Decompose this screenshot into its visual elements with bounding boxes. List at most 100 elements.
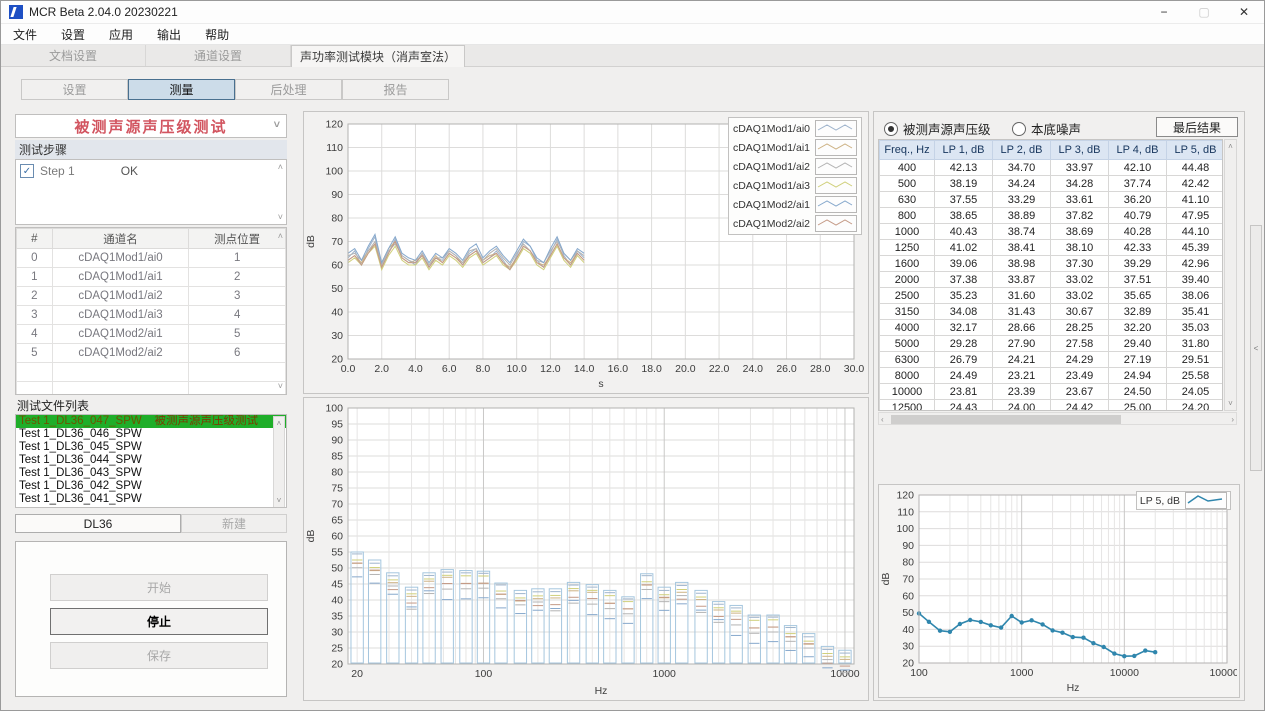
file-list-scrollbar[interactable]: ˄˅ [273, 416, 285, 508]
table-row[interactable]: 1cDAQ1Mod1/ai12 [17, 268, 286, 287]
table-row[interactable]: 200037.3833.8733.0237.5139.40 [880, 272, 1224, 288]
list-item[interactable]: Test 1_DL36_046_SPW [16, 428, 286, 441]
table-row[interactable]: 400032.1728.6628.2532.2035.03 [880, 320, 1224, 336]
table-cell: 4000 [880, 320, 935, 336]
subtab-report[interactable]: 报告 [342, 79, 449, 100]
table-row[interactable]: 4cDAQ1Mod2/ai15 [17, 325, 286, 344]
svg-text:40: 40 [331, 595, 343, 607]
tab-sound-power-module[interactable]: 声功率测试模块（消声室法） [291, 45, 465, 67]
result-column-header[interactable]: LP 4, dB [1109, 141, 1167, 160]
scroll-right-icon[interactable]: › [1231, 415, 1234, 424]
scroll-left-icon[interactable]: ‹ [881, 415, 884, 424]
table-row[interactable]: 500029.2827.9027.5829.4031.80 [880, 336, 1224, 352]
panel-collapse-handle[interactable]: < [1250, 225, 1262, 471]
table-row[interactable]: 63037.5533.2933.6136.2041.10 [880, 192, 1224, 208]
menu-output[interactable]: 输出 [145, 26, 193, 43]
legend-entry[interactable]: cDAQ1Mod1/ai3 [733, 176, 857, 195]
table-row[interactable]: 315034.0831.4330.6732.8935.41 [880, 304, 1224, 320]
table-cell: 23.39 [993, 384, 1051, 400]
dl36-button[interactable]: DL36 [15, 514, 181, 533]
menu-settings[interactable]: 设置 [49, 26, 97, 43]
channel-table[interactable]: # 通道名 测点位置 0cDAQ1Mod1/ai011cDAQ1Mod1/ai1… [16, 228, 286, 395]
new-button[interactable]: 新建 [181, 514, 287, 533]
table-row[interactable]: 50038.1934.2434.2837.7442.42 [880, 176, 1224, 192]
result-table-hscrollbar[interactable]: ‹ › [878, 412, 1237, 425]
table-row[interactable]: 3cDAQ1Mod1/ai34 [17, 306, 286, 325]
test-file-list[interactable]: ˄˅ Test 1_DL36_047_SPW 被测声源声压级测试Test 1_D… [15, 414, 287, 508]
scroll-down-icon[interactable]: ˅ [278, 382, 283, 391]
lp5-spectrum-chart[interactable]: 2030405060708090100110120100100010000100… [879, 485, 1237, 695]
table-row[interactable]: 2cDAQ1Mod1/ai23 [17, 287, 286, 306]
channel-col-index[interactable]: # [17, 229, 53, 249]
scrollbar-thumb[interactable] [891, 415, 1121, 424]
table-row[interactable]: 1000023.8123.3923.6724.5024.05 [880, 384, 1224, 400]
maximize-button[interactable]: ▢ [1184, 1, 1224, 23]
scroll-down-icon[interactable]: ˅ [278, 213, 283, 222]
legend-entry[interactable]: cDAQ1Mod1/ai2 [733, 157, 857, 176]
table-row[interactable]: 40042.1334.7033.9742.1044.48 [880, 160, 1224, 176]
legend-line-icon [815, 215, 857, 232]
start-button[interactable]: 开始 [50, 574, 268, 601]
test-type-dropdown[interactable]: 被测声源声压级测试 ˅ [15, 114, 287, 138]
table-row[interactable]: 160039.0638.9837.3039.2942.96 [880, 256, 1224, 272]
list-item[interactable]: Test 1_DL36_041_SPW [16, 493, 286, 506]
list-item[interactable]: Test 1_DL36_045_SPW [16, 441, 286, 454]
channel-col-name[interactable]: 通道名 [52, 229, 189, 249]
menu-application[interactable]: 应用 [97, 26, 145, 43]
final-result-button[interactable]: 最后结果 [1156, 117, 1238, 137]
subtab-setup[interactable]: 设置 [21, 79, 128, 100]
scroll-up-icon[interactable]: ˄ [278, 232, 283, 241]
list-item[interactable]: Test 1_DL36_044_SPW [16, 454, 286, 467]
steps-list[interactable]: ✓ Step 1 OK ˄ ˅ [15, 159, 287, 225]
close-button[interactable]: ✕ [1224, 1, 1264, 23]
result-table-vscrollbar[interactable]: ˄˅ [1224, 139, 1237, 411]
table-row[interactable]: 80038.6538.8937.8240.7947.95 [880, 208, 1224, 224]
list-item[interactable]: Test 1_DL36_047_SPW 被测声源声压级测试 [16, 415, 286, 428]
list-item[interactable]: Test 1_DL36_043_SPW [16, 467, 286, 480]
svg-text:4.0: 4.0 [408, 363, 423, 375]
subtab-postprocess[interactable]: 后处理 [235, 79, 342, 100]
svg-text:80: 80 [331, 213, 343, 225]
legend-entry[interactable]: cDAQ1Mod2/ai2 [733, 214, 857, 233]
table-row[interactable]: 0cDAQ1Mod1/ai01 [17, 249, 286, 268]
table-row[interactable]: 5cDAQ1Mod2/ai26 [17, 344, 286, 363]
table-cell: 24.42 [1051, 400, 1109, 412]
minimize-button[interactable]: − [1144, 1, 1184, 23]
subtab-measure[interactable]: 测量 [128, 79, 235, 100]
result-column-header[interactable]: LP 3, dB [1051, 141, 1109, 160]
result-column-header[interactable]: LP 5, dB [1167, 141, 1224, 160]
legend-entry[interactable]: cDAQ1Mod1/ai0 [733, 119, 857, 138]
result-column-header[interactable]: Freq., Hz [880, 141, 935, 160]
table-row[interactable]: 800024.4923.2123.4924.9425.58 [880, 368, 1224, 384]
svg-text:30: 30 [902, 641, 914, 653]
scroll-up-icon[interactable]: ˄ [278, 163, 283, 172]
step-checkbox[interactable]: ✓ [20, 164, 34, 178]
table-row[interactable]: 125041.0238.4138.1042.3345.39 [880, 240, 1224, 256]
result-column-header[interactable]: LP 1, dB [935, 141, 993, 160]
radio-background-noise[interactable]: 本底噪声 [1012, 119, 1081, 138]
legend-entry[interactable]: cDAQ1Mod1/ai1 [733, 138, 857, 157]
radio-source-level[interactable]: 被测声源声压级 [884, 119, 991, 138]
result-column-header[interactable]: LP 2, dB [993, 141, 1051, 160]
legend-line-icon [815, 196, 857, 213]
save-button[interactable]: 保存 [50, 642, 268, 669]
svg-text:60: 60 [902, 590, 914, 602]
menu-help[interactable]: 帮助 [193, 26, 241, 43]
spectrum-bar-chart[interactable]: 2025303540455055606570758085909510020100… [304, 398, 866, 698]
menu-file[interactable]: 文件 [1, 26, 49, 43]
table-cell: 6 [189, 344, 286, 363]
tab-document-settings[interactable]: 文档设置 [1, 45, 146, 66]
tab-channel-settings[interactable]: 通道设置 [146, 45, 291, 66]
result-table-container: Freq., HzLP 1, dBLP 2, dBLP 3, dBLP 4, d… [878, 139, 1223, 411]
table-row[interactable]: 1250024.4324.0024.4225.0024.20 [880, 400, 1224, 412]
table-row[interactable]: 630026.7924.2124.2927.1929.51 [880, 352, 1224, 368]
result-table[interactable]: Freq., HzLP 1, dBLP 2, dBLP 3, dBLP 4, d… [879, 140, 1223, 411]
list-item[interactable]: Test 1_DL36_042_SPW [16, 480, 286, 493]
channel-col-position[interactable]: 测点位置 [189, 229, 286, 249]
table-row[interactable]: 100040.4338.7438.6940.2844.10 [880, 224, 1224, 240]
title-bar: MCR Beta 2.04.0 20230221 − ▢ ✕ [1, 1, 1264, 24]
table-row[interactable]: 250035.2331.6033.0235.6538.06 [880, 288, 1224, 304]
stop-button[interactable]: 停止 [50, 608, 268, 635]
legend-entry[interactable]: cDAQ1Mod2/ai1 [733, 195, 857, 214]
table-cell: 12500 [880, 400, 935, 412]
